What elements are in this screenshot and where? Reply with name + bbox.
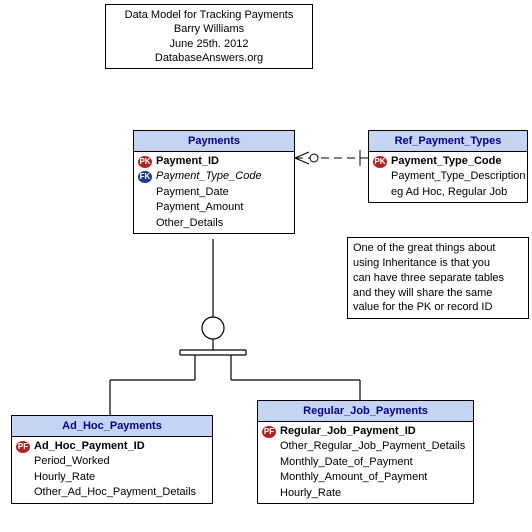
entity-title: Regular_Job_Payments bbox=[258, 401, 473, 422]
attr-row: Payment_Amount bbox=[138, 200, 290, 215]
attr-row: Payment_Date bbox=[138, 185, 290, 200]
inheritance-note: One of the great things about using Inhe… bbox=[347, 237, 529, 319]
entity-title: Ref_Payment_Types bbox=[369, 131, 527, 152]
attr-row: FK Payment_Type_Code bbox=[138, 169, 290, 184]
attr-name: eg Ad Hoc, Regular Job bbox=[391, 185, 507, 200]
note-line: can have three separate tables bbox=[353, 271, 523, 286]
note-line: One of the great things about bbox=[353, 241, 523, 256]
attr-name: Payment_ID bbox=[156, 154, 219, 169]
attr-name: Hourly_Rate bbox=[34, 470, 95, 485]
header-line: June 25th. 2012 bbox=[114, 37, 304, 51]
attr-row: Payment_Type_Description bbox=[373, 169, 523, 184]
attr-row: Monthly_Amount_of_Payment bbox=[262, 470, 469, 485]
entity-title: Ad_Hoc_Payments bbox=[12, 416, 212, 437]
note-line: using Inheritance is that you bbox=[353, 256, 523, 271]
attr-row: eg Ad Hoc, Regular Job bbox=[373, 185, 523, 200]
attr-name: Period_Worked bbox=[34, 454, 110, 469]
attr-row: Other_Regular_Job_Payment_Details bbox=[262, 439, 469, 454]
attr-row: PF Regular_Job_Payment_ID bbox=[262, 424, 469, 439]
attr-row: Other_Details bbox=[138, 216, 290, 231]
attr-row: Hourly_Rate bbox=[16, 470, 208, 485]
attr-name: Ad_Hoc_Payment_ID bbox=[34, 439, 145, 454]
diagram-header: Data Model for Tracking Payments Barry W… bbox=[105, 4, 313, 69]
entity-title: Payments bbox=[134, 131, 294, 152]
header-line: DatabaseAnswers.org bbox=[114, 51, 304, 65]
attr-name: Payment_Date bbox=[156, 185, 229, 200]
attr-row: PK Payment_ID bbox=[138, 154, 290, 169]
pf-icon: PF bbox=[262, 426, 276, 438]
note-line: value for the PK or record ID bbox=[353, 300, 523, 315]
attr-row: PF Ad_Hoc_Payment_ID bbox=[16, 439, 208, 454]
attr-name: Payment_Type_Description bbox=[391, 169, 526, 184]
header-line: Barry Williams bbox=[114, 22, 304, 36]
pf-icon: PF bbox=[16, 441, 30, 453]
entity-payments: Payments PK Payment_ID FK Payment_Type_Cod… bbox=[133, 130, 295, 234]
fk-icon: FK bbox=[138, 171, 152, 183]
attr-name: Payment_Type_Code bbox=[156, 169, 262, 184]
entity-body: PK Payment_ID FK Payment_Type_Code Payment… bbox=[134, 152, 294, 233]
attr-name: Payment_Type_Code bbox=[391, 154, 501, 169]
attr-row: PK Payment_Type_Code bbox=[373, 154, 523, 169]
attr-name: Other_Ad_Hoc_Payment_Details bbox=[34, 485, 196, 500]
attr-name: Hourly_Rate bbox=[280, 486, 341, 501]
pk-icon: PK bbox=[373, 156, 387, 168]
note-line: and they will share the same bbox=[353, 286, 523, 301]
pk-icon: PK bbox=[138, 156, 152, 168]
attr-name: Payment_Amount bbox=[156, 200, 243, 215]
entity-body: PK Payment_Type_Code Payment_Type_Descrip… bbox=[369, 152, 527, 202]
entity-body: PF Regular_Job_Payment_ID Other_Regular_J… bbox=[258, 422, 473, 503]
attr-name: Regular_Job_Payment_ID bbox=[280, 424, 416, 439]
attr-name: Other_Details bbox=[156, 216, 223, 231]
attr-name: Monthly_Amount_of_Payment bbox=[280, 470, 427, 485]
attr-row: Other_Ad_Hoc_Payment_Details bbox=[16, 485, 208, 500]
attr-name: Other_Regular_Job_Payment_Details bbox=[280, 439, 465, 454]
entity-body: PF Ad_Hoc_Payment_ID Period_Worked Hourly… bbox=[12, 437, 212, 503]
entity-regular-job-payments: Regular_Job_Payments PF Regular_Job_Payme… bbox=[257, 400, 474, 504]
attr-name: Monthly_Date_of_Payment bbox=[280, 455, 413, 470]
attr-row: Period_Worked bbox=[16, 454, 208, 469]
entity-ad-hoc-payments: Ad_Hoc_Payments PF Ad_Hoc_Payment_ID Peri… bbox=[11, 415, 213, 504]
attr-row: Monthly_Date_of_Payment bbox=[262, 455, 469, 470]
entity-ref-payment-types: Ref_Payment_Types PK Payment_Type_Code Pa… bbox=[368, 130, 528, 203]
attr-row: Hourly_Rate bbox=[262, 486, 469, 501]
header-line: Data Model for Tracking Payments bbox=[114, 8, 304, 22]
